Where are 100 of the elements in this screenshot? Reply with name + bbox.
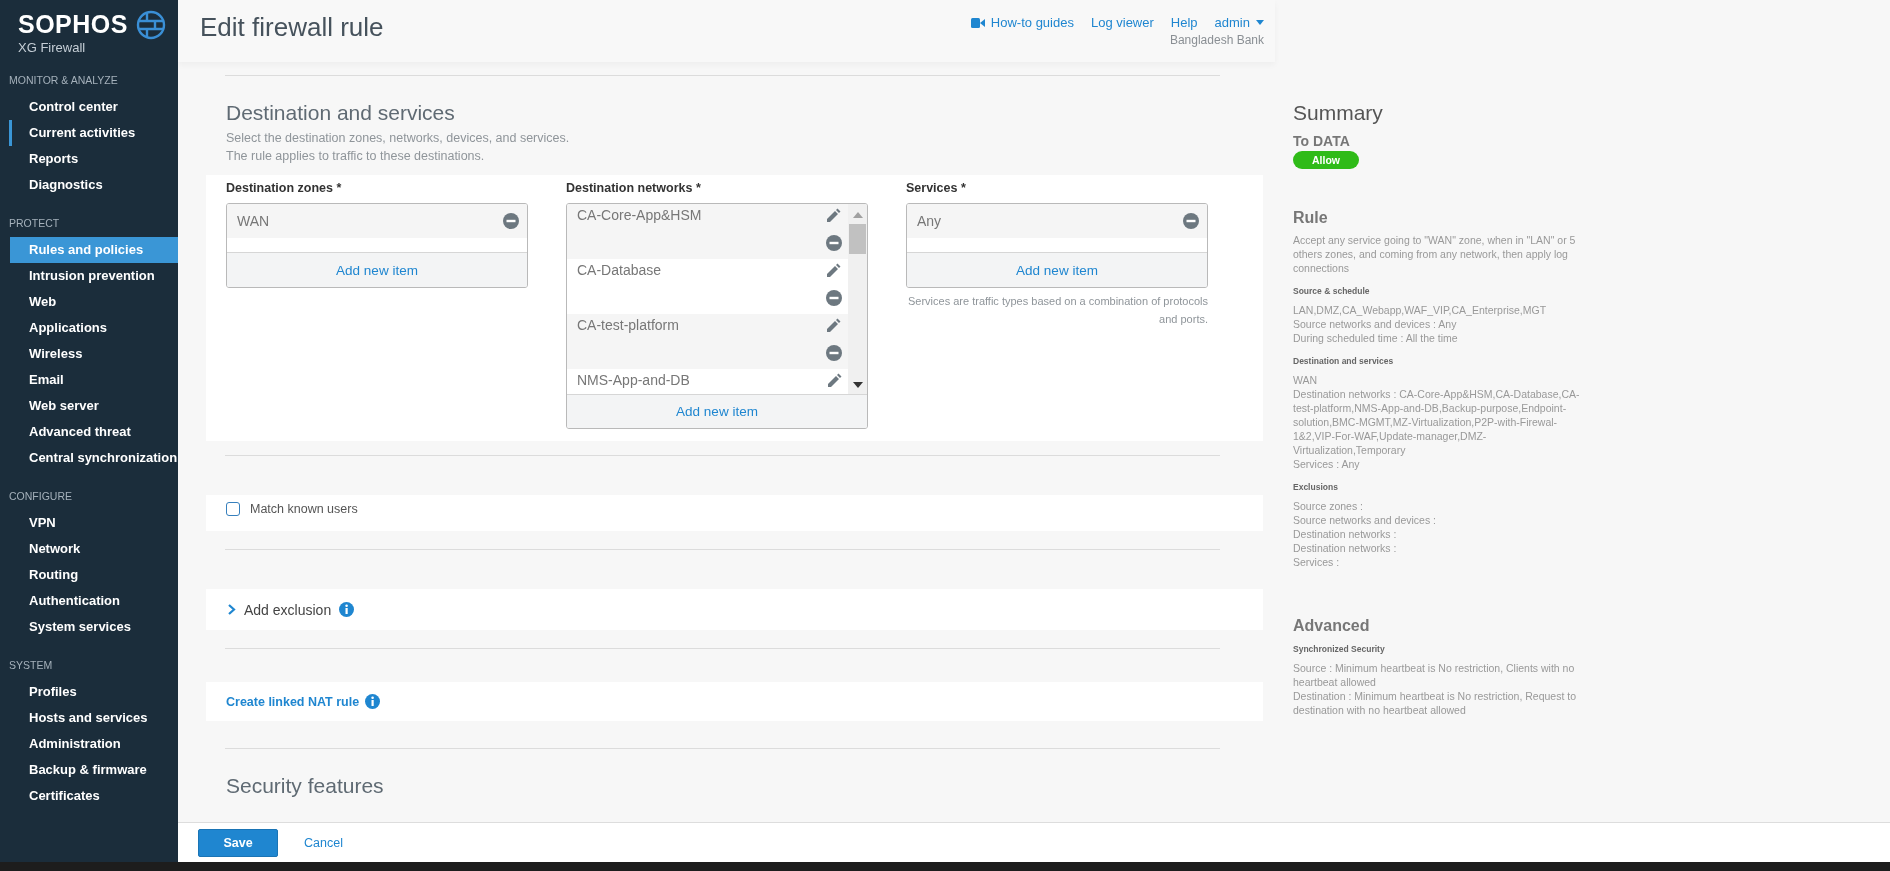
summary-subheading: Synchronized Security (1293, 643, 1386, 656)
section-description: The rule applies to traffic to these destinations. (226, 148, 486, 165)
item-list-field[interactable]: CA-Core-App&HSM CA-Database CA-test-platform NMS-App-and-DB Add new item (566, 202, 868, 429)
section-heading: CONFIGURE (8, 490, 73, 504)
summary-line: Destination : Minimum heartbeat is No restriction, Request to destination with no heartbeat allowed (1293, 689, 1578, 717)
action-badge: Allow (1293, 151, 1359, 169)
sidebar-item[interactable]: Routing (10, 562, 178, 588)
checkbox-label: Match known users (250, 502, 358, 516)
sidebar-item[interactable]: Certificates (10, 783, 178, 809)
sidebar-item[interactable]: Network (10, 536, 178, 562)
sidebar-item[interactable]: Control center (10, 94, 178, 120)
summary-heading: Advanced (1293, 619, 1371, 633)
sidebar-item[interactable]: Backup & firmware (10, 757, 178, 783)
page-title: Edit firewall rule (200, 12, 384, 44)
expander-label[interactable]: Add exclusion (244, 601, 332, 618)
section-heading: MONITOR & ANALYZE (8, 74, 119, 88)
section-title: Security features (226, 774, 384, 798)
scrollbar-thumb[interactable] (849, 223, 866, 254)
summary-subheading: Destination and services (1293, 355, 1395, 368)
add-item-button[interactable]: Add new item (227, 252, 527, 287)
field-label: Destination zones * (226, 181, 343, 197)
field-hint: Services are traffic types based on a combination of protocols and ports. (907, 294, 1208, 327)
pencil-icon[interactable] (826, 317, 841, 333)
sidebar-item[interactable]: Web server (10, 393, 178, 419)
header-link[interactable]: Log viewer (1090, 15, 1154, 30)
remove-icon[interactable] (1183, 213, 1199, 229)
summary-text: Accept any service going to "WAN" zone, when in "LAN" or 5 others zones, and coming from any network, then apply log connections (1293, 233, 1577, 275)
summary-line: Source zones : (1293, 499, 1365, 513)
sidebar-item[interactable]: Web (10, 289, 178, 315)
summary-line: Source networks and devices : (1293, 513, 1437, 527)
sidebar-item[interactable]: Diagnostics (10, 172, 178, 198)
summary-line: LAN,DMZ,CA_Webapp,WAF_VIP,CA_Enterprise,MGT (1293, 303, 1548, 317)
field-label: Services * (906, 181, 967, 197)
header-link[interactable]: Help (1170, 15, 1198, 30)
scroll-down-icon[interactable] (852, 381, 863, 388)
chevron-icon[interactable] (228, 604, 236, 615)
sidebar-item[interactable]: Wireless (10, 341, 178, 367)
summary-title: Summary (1293, 100, 1384, 126)
list-item: CA-Database (577, 260, 662, 280)
sidebar-item[interactable]: VPN (10, 510, 178, 536)
summary-line: Services : (1293, 555, 1341, 569)
sidebar-item[interactable]: Central synchronization (10, 445, 178, 471)
section-heading: SYSTEM (8, 659, 54, 673)
nat-rule-link[interactable]: Create linked NAT rule (226, 694, 360, 709)
summary-line: Source : Minimum heartbeat is No restriction, Clients with no heartbeat allowed (1293, 661, 1576, 689)
item-list-field[interactable]: WAN Add new item (226, 203, 528, 288)
sidebar-item[interactable]: Profiles (10, 679, 178, 705)
summary-heading: Rule (1293, 211, 1329, 225)
section-description: Select the destination zones, networks, devices, and services. (226, 130, 571, 147)
list-item: CA-test-platform (577, 315, 679, 335)
summary-subheading: Exclusions (1293, 481, 1339, 494)
remove-icon[interactable] (503, 213, 519, 229)
user-menu[interactable]: admin (1214, 15, 1264, 30)
summary-line: Services : Any (1293, 457, 1361, 471)
field-label: Destination networks * (566, 181, 702, 197)
info-icon[interactable] (339, 602, 355, 617)
sidebar-item[interactable]: System services (10, 614, 178, 640)
summary-line: Destination networks : (1293, 541, 1398, 555)
sidebar-item[interactable]: Authentication (10, 588, 178, 614)
sidebar-item[interactable]: Administration (10, 731, 178, 757)
summary-line: During scheduled time : All the time (1293, 331, 1459, 345)
remove-icon[interactable] (826, 234, 842, 251)
checkbox[interactable] (226, 502, 240, 516)
list-item: Any (917, 213, 942, 229)
add-item-button[interactable]: Add new item (907, 252, 1207, 287)
remove-icon[interactable] (826, 289, 842, 306)
header-link[interactable]: How-to guides (970, 15, 1074, 30)
scrollbar[interactable] (848, 203, 867, 394)
sidebar-item[interactable]: Applications (10, 315, 178, 341)
save-button[interactable]: Save (198, 828, 278, 857)
sidebar-item[interactable]: Email (10, 367, 178, 393)
cancel-link[interactable]: Cancel (298, 834, 349, 851)
remove-icon[interactable] (826, 344, 842, 361)
summary-subheading: Source & schedule (1293, 285, 1371, 298)
section-title: Destination and services (226, 101, 455, 125)
pencil-icon[interactable] (826, 207, 841, 223)
section-heading: PROTECT (8, 217, 61, 231)
sidebar-item[interactable]: Current activities (9, 120, 178, 146)
caret-icon (1256, 20, 1264, 25)
organization-name: Bangladesh Bank (1169, 33, 1264, 47)
sidebar-item[interactable]: Intrusion prevention (10, 263, 178, 289)
summary-line: Destination networks : (1293, 527, 1398, 541)
add-item-button[interactable]: Add new item (567, 393, 867, 428)
list-item: CA-Core-App&HSM (577, 205, 702, 225)
product-name: XG Firewall (18, 40, 87, 55)
video-camera-icon (970, 17, 985, 28)
sidebar-item[interactable]: Hosts and services (10, 705, 178, 731)
summary-line: Source networks and devices : Any (1293, 317, 1458, 331)
info-icon[interactable] (365, 694, 381, 709)
sidebar-item[interactable]: Reports (10, 146, 178, 172)
summary-line: Destination networks : CA-Core-App&HSM,CA-Database,CA-test-platform,NMS-App-and-DB,Backup-purpose,Endpoint-solution,BMC-MGMT,MZ-Virtualization,P2P-with-Firewal-1&2,VIP-For-WAF,Update-manager,DMZ-Virtualization,Temporary (1293, 387, 1581, 457)
item-list-field[interactable]: Any Add new item (906, 203, 1208, 288)
pencil-icon[interactable] (826, 262, 841, 278)
list-item: WAN (237, 213, 270, 229)
list-item: NMS-App-and-DB (577, 370, 690, 390)
sidebar-item[interactable]: Advanced threat (10, 419, 178, 445)
scroll-up-icon[interactable] (852, 211, 863, 218)
globe-icon (136, 10, 166, 40)
summary-line: WAN (1293, 373, 1319, 387)
pencil-icon[interactable] (827, 372, 842, 388)
